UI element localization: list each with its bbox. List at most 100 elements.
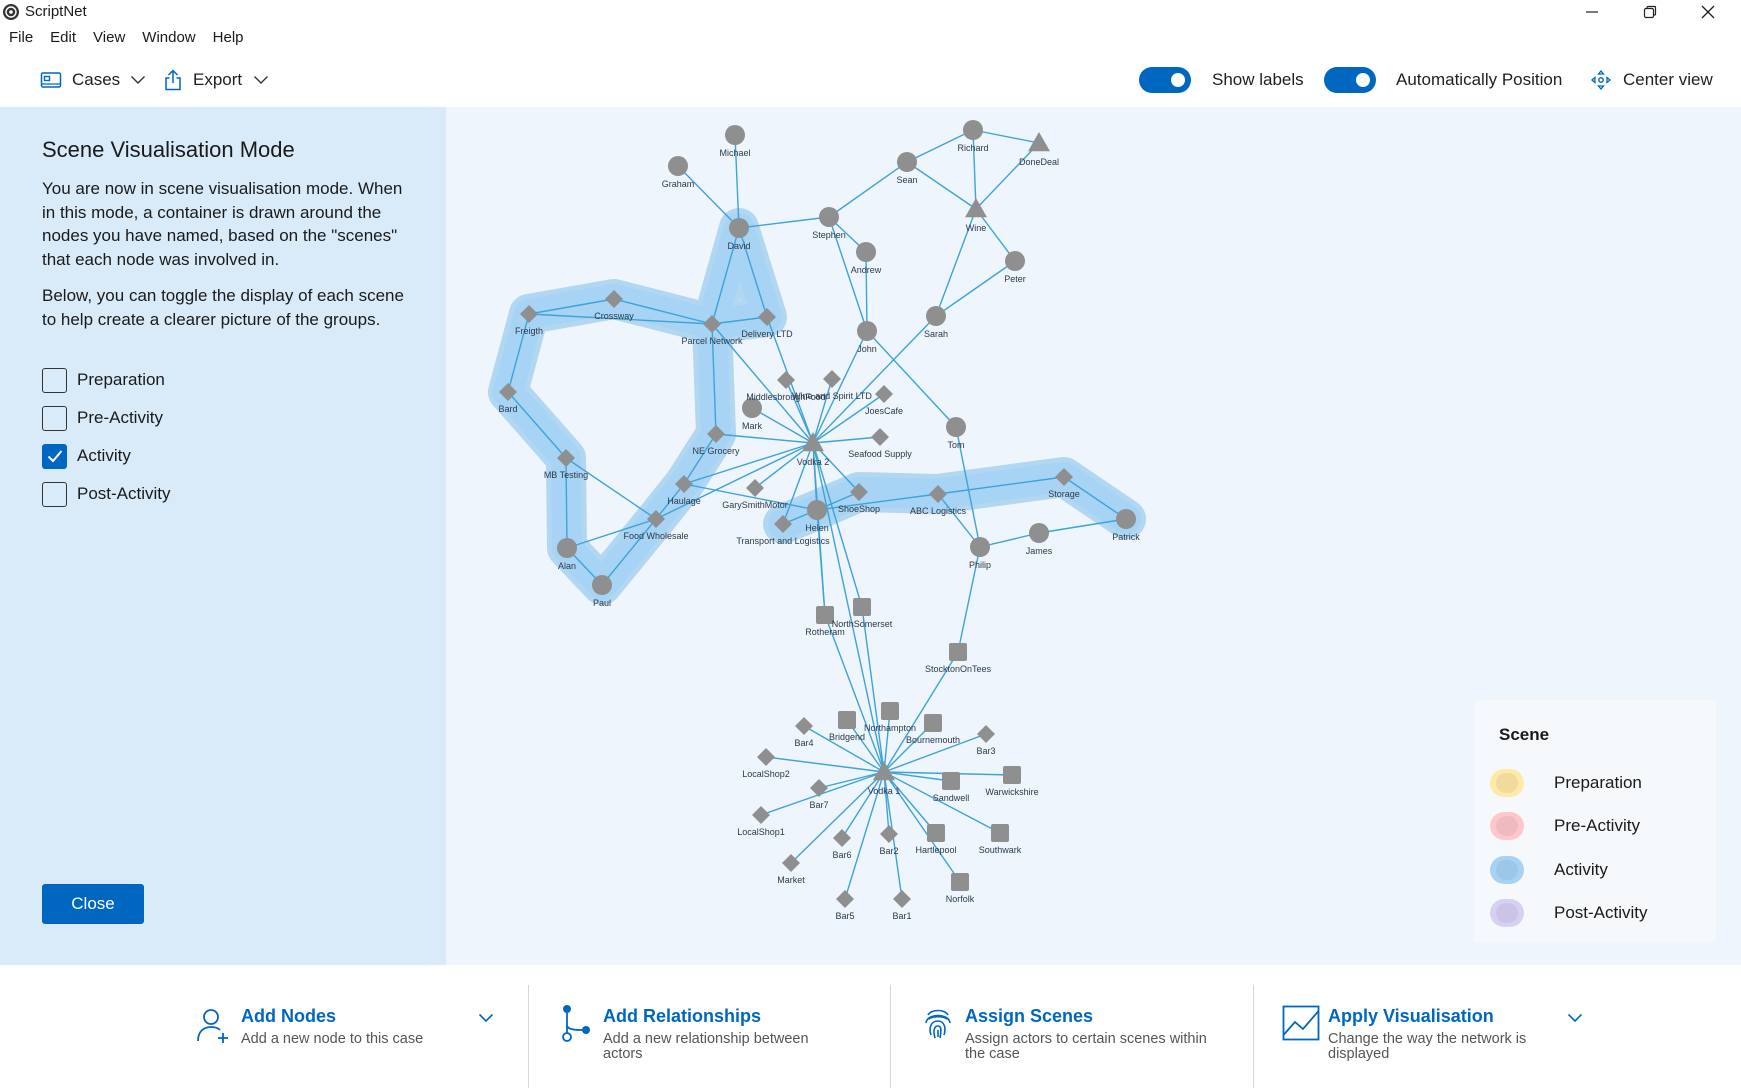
- node-Bar2[interactable]: Bar2: [879, 825, 899, 856]
- node-Tom[interactable]: Tom: [946, 417, 966, 450]
- node-shape[interactable]: [729, 218, 749, 238]
- menu-file[interactable]: File: [0, 27, 41, 49]
- node-Bar5[interactable]: Bar5: [835, 890, 855, 921]
- node-WineSpirit[interactable]: Wine and Spirit LTD: [792, 370, 872, 401]
- edge-NorthSomerset-Vodka1[interactable]: [861, 606, 885, 773]
- node-Hartlepool[interactable]: Hartlepool: [915, 824, 957, 855]
- edge-Sean-Wine[interactable]: [906, 161, 977, 210]
- node-shape[interactable]: [795, 717, 813, 735]
- node-LocalShop1[interactable]: LocalShop1: [737, 806, 785, 837]
- node-Warwickshire[interactable]: Warwickshire: [985, 766, 1039, 797]
- scene-checkbox-preparation[interactable]: Preparation: [42, 367, 165, 393]
- node-shape[interactable]: [893, 890, 911, 908]
- node-Sarah[interactable]: Sarah: [924, 306, 948, 339]
- node-Andrew[interactable]: Andrew: [851, 242, 882, 275]
- node-Peter[interactable]: Peter: [1004, 251, 1026, 284]
- node-shape[interactable]: [668, 156, 688, 176]
- menu-edit[interactable]: Edit: [41, 27, 84, 49]
- add-relationships-command[interactable]: Add Relationships Add a new relationship…: [555, 983, 855, 1073]
- assign-scenes-command[interactable]: Assign Scenes Assign actors to certain s…: [920, 983, 1230, 1073]
- node-shape[interactable]: [881, 702, 899, 720]
- node-shape[interactable]: [823, 370, 841, 388]
- node-Richard[interactable]: Richard: [957, 120, 989, 153]
- node-Alan[interactable]: Alan: [557, 538, 577, 571]
- center-view-button[interactable]: Center view: [1591, 66, 1713, 94]
- node-SeafoodSupply[interactable]: Seafood Supply: [848, 428, 912, 459]
- restore-button[interactable]: [1627, 0, 1673, 24]
- minimize-button[interactable]: [1569, 0, 1615, 24]
- chevron-down-icon[interactable]: [1567, 1013, 1583, 1023]
- menu-view[interactable]: View: [84, 27, 133, 49]
- node-Bar3[interactable]: Bar3: [976, 725, 996, 756]
- apply-visualisation-command[interactable]: Apply Visualisation Change the way the n…: [1280, 983, 1590, 1073]
- edge-Andrew-John[interactable]: [865, 251, 868, 332]
- node-shape[interactable]: [970, 537, 990, 557]
- close-button[interactable]: Close: [42, 884, 144, 924]
- checkbox[interactable]: [42, 481, 67, 507]
- node-shape[interactable]: [836, 890, 854, 908]
- node-NorthSomerset[interactable]: NorthSomerset: [832, 598, 893, 629]
- node-shape[interactable]: [557, 538, 577, 558]
- node-GarySmithMotor[interactable]: GarySmithMotor: [722, 479, 788, 510]
- edge-Vodka1-Bar6[interactable]: [841, 771, 885, 839]
- node-shape[interactable]: [833, 829, 851, 847]
- node-shape[interactable]: [746, 479, 764, 497]
- node-shape[interactable]: [951, 873, 969, 891]
- close-window-button[interactable]: [1685, 0, 1731, 24]
- node-Bar6[interactable]: Bar6: [832, 829, 852, 860]
- node-shape[interactable]: [924, 714, 942, 732]
- node-shape[interactable]: [963, 120, 983, 140]
- node-shape[interactable]: [949, 643, 967, 661]
- node-shape[interactable]: [853, 598, 871, 616]
- menu-window[interactable]: Window: [133, 27, 203, 49]
- node-Market[interactable]: Market: [777, 854, 805, 885]
- node-Sean[interactable]: Sean: [896, 152, 918, 185]
- node-shape[interactable]: [592, 575, 612, 595]
- node-shape[interactable]: [838, 711, 856, 729]
- checkbox[interactable]: [42, 405, 67, 431]
- scene-checkbox-pre-activity[interactable]: Pre-Activity: [42, 405, 163, 431]
- node-shape[interactable]: [1003, 766, 1021, 784]
- node-shape[interactable]: [897, 152, 917, 172]
- node-shape[interactable]: [1116, 509, 1136, 529]
- node-shape[interactable]: [757, 748, 775, 766]
- node-LocalShop2[interactable]: LocalShop2: [742, 748, 790, 779]
- node-Southwark[interactable]: Southwark: [979, 824, 1022, 855]
- node-shape[interactable]: [819, 207, 839, 227]
- node-James[interactable]: James: [1026, 523, 1053, 556]
- scene-checkbox-post-activity[interactable]: Post-Activity: [42, 481, 171, 507]
- node-shape[interactable]: [871, 428, 889, 446]
- edge-Middlesbrough-Vodka2[interactable]: [785, 379, 814, 444]
- node-John[interactable]: John: [857, 321, 877, 354]
- node-Mark[interactable]: Mark: [742, 398, 762, 431]
- node-Bar4[interactable]: Bar4: [794, 717, 814, 748]
- chevron-down-icon[interactable]: [478, 1013, 494, 1023]
- node-shape[interactable]: [1029, 523, 1049, 543]
- node-shape[interactable]: [725, 125, 745, 145]
- node-Bar7[interactable]: Bar7: [809, 779, 829, 810]
- node-Sandwell[interactable]: Sandwell: [933, 772, 970, 803]
- node-shape[interactable]: [810, 779, 828, 797]
- node-shape[interactable]: [875, 385, 893, 403]
- export-dropdown[interactable]: Export: [164, 66, 269, 94]
- node-Stephen[interactable]: Stephen: [812, 207, 846, 240]
- node-shape[interactable]: [752, 806, 770, 824]
- node-shape[interactable]: [927, 824, 945, 842]
- node-Bridgend[interactable]: Bridgend: [829, 711, 865, 742]
- network-graph-canvas[interactable]: Michael Graham David Stephen Andrew Sean Richa…: [446, 107, 1741, 965]
- edge-Peter-Sarah[interactable]: [935, 260, 1016, 317]
- edge-Richard-Wine[interactable]: [972, 129, 977, 210]
- node-shape[interactable]: [880, 825, 898, 843]
- edge-Graham-David[interactable]: [677, 165, 740, 229]
- show-labels-toggle[interactable]: [1139, 67, 1191, 93]
- scene-checkbox-activity[interactable]: Activity: [42, 443, 131, 469]
- node-shape[interactable]: [807, 500, 827, 520]
- node-shape[interactable]: [1005, 251, 1025, 271]
- node-shape[interactable]: [977, 725, 995, 743]
- edge-Stephen-Sean[interactable]: [828, 161, 908, 218]
- node-DoneDeal[interactable]: DoneDeal: [1019, 132, 1059, 167]
- node-StocktonOnTees[interactable]: StocktonOnTees: [925, 643, 992, 674]
- node-Michael[interactable]: Michael: [719, 125, 751, 158]
- add-nodes-command[interactable]: Add Nodes Add a new node to this case: [190, 983, 530, 1073]
- checkbox[interactable]: [42, 443, 67, 469]
